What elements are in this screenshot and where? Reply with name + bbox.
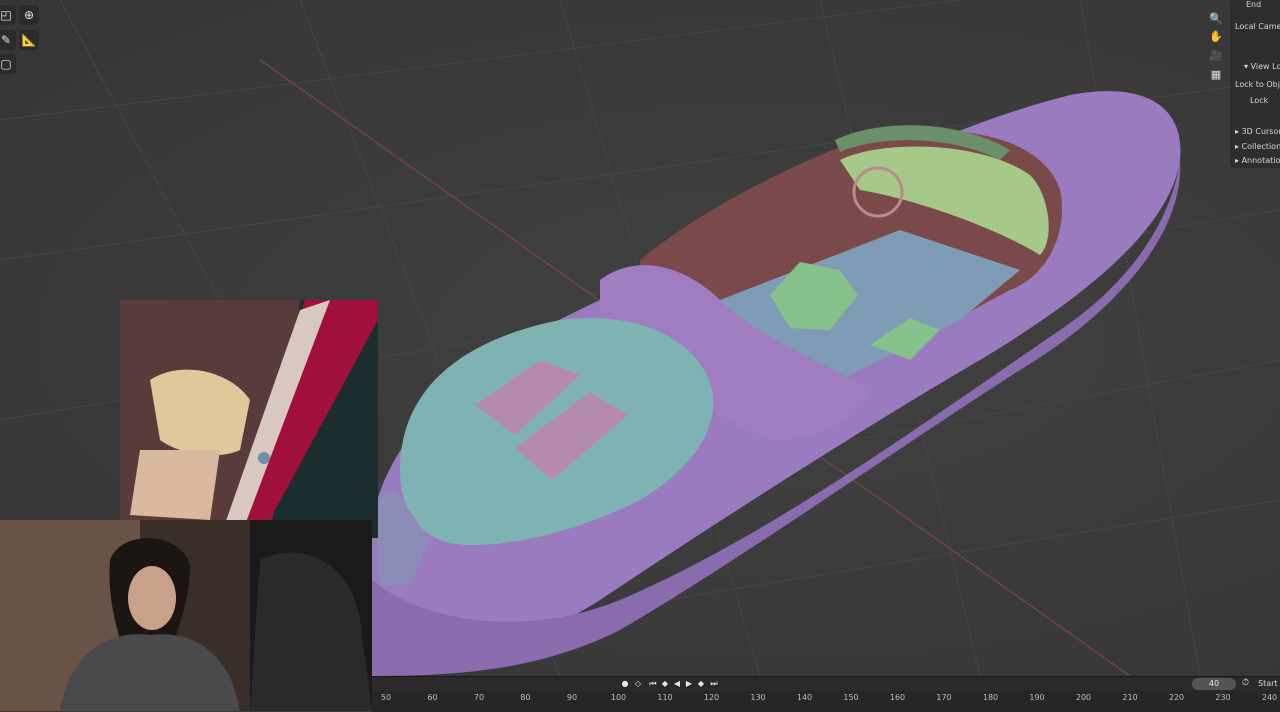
ruler-tick-label: 140: [796, 693, 813, 702]
measure-tool-button[interactable]: 📐: [19, 30, 39, 50]
ruler-tick-label: 150: [843, 693, 859, 702]
annotate-tool-button[interactable]: ✎: [0, 30, 16, 50]
ruler-tick-label: 190: [1029, 693, 1045, 702]
section-collection[interactable]: ▸ Collection: [1235, 142, 1280, 151]
perspective-grid-icon: ▦: [1210, 67, 1222, 81]
play-button[interactable]: ▶: [684, 679, 694, 689]
keyframe-button[interactable]: ◇: [633, 679, 643, 689]
ruler-tick-label: 130: [750, 693, 766, 702]
measure-icon: 📐: [21, 33, 37, 47]
ruler-tick-label: 50: [380, 693, 392, 702]
presenter-image: [0, 520, 372, 711]
play-reverse-icon: ◀: [673, 679, 681, 688]
start-frame-label: Start: [1258, 679, 1278, 688]
jump-end-button[interactable]: ⏭: [709, 679, 719, 689]
ruler-tick-label: 180: [982, 693, 999, 702]
jump-end-icon: ⏭: [710, 679, 718, 688]
camera-view-button[interactable]: 🎥: [1207, 46, 1225, 64]
lock-label: Lock: [1250, 96, 1269, 105]
timeline-editor[interactable]: ● ◇ ⏮ ◆ ◀ ▶ ◆ ⏭ 40 ⏱ Start 50 60 70 80 90 100…: [372, 676, 1280, 712]
reference-closeup-image: [120, 300, 378, 538]
record-icon: ●: [621, 679, 629, 688]
stopwatch-icon[interactable]: ⏱: [1242, 678, 1249, 688]
add-cube-tool-button[interactable]: ▢: [0, 54, 16, 74]
pan-hand-icon: ✋: [1209, 29, 1223, 43]
transform-tool-button[interactable]: ⊕: [19, 5, 39, 25]
annotate-icon: ✎: [0, 33, 12, 47]
zoom-button[interactable]: 🔍: [1207, 9, 1225, 27]
end-label: End: [1246, 0, 1262, 9]
current-frame-field[interactable]: 40: [1192, 678, 1236, 690]
jump-start-button[interactable]: ⏮: [648, 679, 658, 689]
chevron-right-icon: ▸: [1235, 127, 1240, 136]
ruler-tick-label: 100: [610, 693, 627, 702]
keyframe-icon: ◇: [634, 679, 642, 688]
scale-icon: ◰: [0, 8, 12, 22]
frame-ruler[interactable]: 50 60 70 80 90 100 110 120 130 140 150 160 170 180 190…: [372, 693, 1280, 705]
ruler-tick-label: 60: [427, 693, 438, 702]
ruler-tick-label: 200: [1075, 693, 1092, 702]
play-reverse-button[interactable]: ◀: [672, 679, 682, 689]
boat-model[interactable]: [372, 91, 1181, 676]
add-cube-icon: ▢: [0, 57, 12, 71]
transform-icon: ⊕: [23, 8, 35, 22]
view-lock-header[interactable]: ▾ View Loc: [1244, 62, 1280, 71]
zoom-icon: 🔍: [1209, 11, 1223, 25]
next-keyframe-icon: ◆: [697, 679, 705, 688]
pan-button[interactable]: ✋: [1207, 27, 1225, 45]
ruler-tick-label: 160: [889, 693, 906, 702]
camera-view-icon: 🎥: [1209, 48, 1223, 62]
lock-to-object-field[interactable]: Lock to Obj...: [1235, 80, 1280, 89]
play-icon: ▶: [685, 679, 693, 688]
chevron-right-icon: ▸: [1235, 156, 1240, 165]
ruler-tick-label: 220: [1168, 693, 1185, 702]
local-camera-label: Local Came: [1235, 22, 1280, 31]
presenter-video: [0, 520, 372, 711]
jump-start-icon: ⏮: [649, 679, 657, 688]
section-annotation[interactable]: ▸ Annotation: [1235, 156, 1280, 165]
ruler-tick-label: 70: [473, 693, 485, 702]
ruler-tick-label: 90: [566, 693, 578, 702]
ruler-tick-label: 170: [936, 693, 952, 702]
ruler-tick-label: 110: [657, 693, 673, 702]
ruler-tick-label: 80: [520, 693, 531, 702]
chevron-right-icon: ▸: [1235, 142, 1240, 151]
record-button[interactable]: ●: [620, 679, 630, 689]
ruler-tick-label: 210: [1122, 693, 1138, 702]
ruler-tick-label: 230: [1215, 693, 1231, 702]
prev-keyframe-button[interactable]: ◆: [660, 679, 670, 689]
scale-tool-button[interactable]: ◰: [0, 5, 16, 25]
next-keyframe-button[interactable]: ◆: [696, 679, 706, 689]
ruler-tick-label: 240: [1261, 693, 1278, 702]
section-3d-cursor[interactable]: ▸ 3D Cursor: [1235, 127, 1280, 136]
perspective-toggle-button[interactable]: ▦: [1207, 65, 1225, 83]
reference-video-closeup: [120, 300, 378, 538]
chevron-down-icon: ▾: [1244, 62, 1249, 71]
ruler-tick-label: 120: [703, 693, 720, 702]
playback-controls: ● ◇ ⏮ ◆ ◀ ▶ ◆ ⏭ 40 ⏱ Start: [372, 677, 1280, 691]
prev-keyframe-icon: ◆: [661, 679, 669, 688]
sidebar-panel: End Local Came ▾ View Loc Lock to Obj...…: [1230, 0, 1280, 168]
